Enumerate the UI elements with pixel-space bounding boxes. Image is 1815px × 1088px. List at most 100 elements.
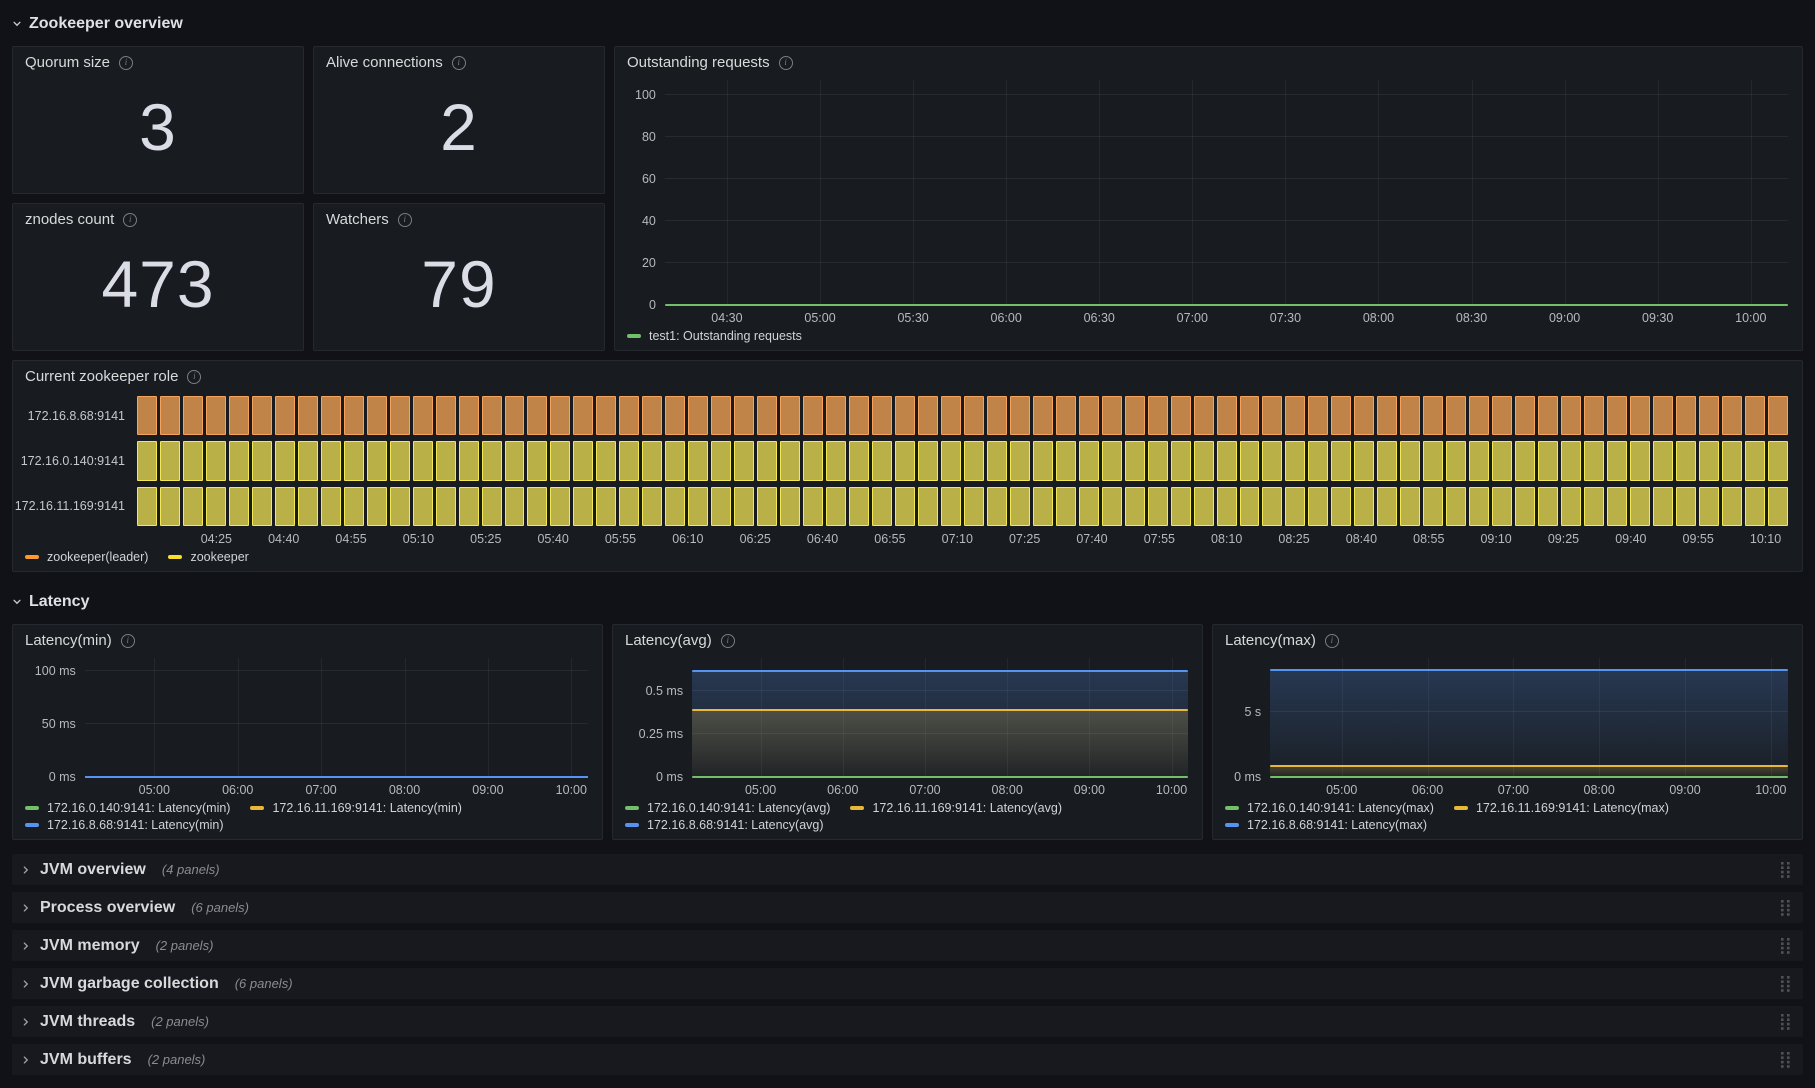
- status-bar: [734, 486, 755, 526]
- x-axis-label: 09:40: [1615, 532, 1647, 546]
- panel-header: Latency(min) i: [13, 625, 602, 652]
- legend-item[interactable]: 172.16.0.140:9141: Latency(avg): [625, 801, 830, 815]
- legend-item[interactable]: 172.16.11.169:9141: Latency(avg): [850, 801, 1062, 815]
- status-bar: [1285, 396, 1306, 436]
- x-axis-label: 06:25: [739, 532, 771, 546]
- panel-title[interactable]: Quorum size: [25, 54, 110, 71]
- panel-title[interactable]: Watchers: [326, 211, 389, 228]
- legend-item[interactable]: zookeeper: [168, 550, 249, 564]
- status-bar: [1607, 441, 1627, 481]
- drag-handle-icon[interactable]: [1777, 935, 1794, 956]
- legend-item[interactable]: 172.16.8.68:9141: Latency(min): [25, 818, 224, 832]
- status-bar: [940, 396, 961, 436]
- info-icon[interactable]: i: [720, 633, 735, 648]
- x-axis-label: 09:30: [1642, 311, 1674, 325]
- status-bar: [803, 441, 824, 481]
- status-bar: [1607, 396, 1627, 436]
- gridline: [820, 80, 822, 305]
- status-bar: [182, 486, 203, 526]
- row-title: Zookeeper overview: [29, 15, 183, 32]
- legend-item[interactable]: 172.16.11.169:9141: Latency(max): [1453, 801, 1669, 815]
- status-bar: [1009, 396, 1030, 436]
- status-bar: [1239, 441, 1260, 481]
- info-icon[interactable]: i: [187, 369, 202, 384]
- drag-handle-icon[interactable]: [1777, 1049, 1794, 1070]
- panel-title[interactable]: Latency(max): [1225, 632, 1316, 649]
- status-bar: [481, 396, 502, 436]
- y-axis: 0 ms 5 s: [1225, 658, 1270, 784]
- y-axis-label: 0 ms: [656, 770, 684, 784]
- row-toggle-jvm-buffers[interactable]: JVM buffers (2 panels): [12, 1044, 1803, 1075]
- status-bar: [1193, 486, 1214, 526]
- x-axis-label: 07:00: [1176, 311, 1208, 325]
- legend-item[interactable]: 172.16.11.169:9141: Latency(min): [250, 801, 462, 815]
- info-icon[interactable]: i: [123, 212, 138, 227]
- status-bar: [1377, 441, 1398, 481]
- status-bar: [1308, 486, 1329, 526]
- legend-line: 172.16.0.140:9141: Latency(min) 172.16.11…: [25, 801, 588, 815]
- x-axis-label: 10:10: [1749, 532, 1782, 546]
- status-bar: [894, 486, 915, 526]
- row-toggle-jvm-overview[interactable]: JVM overview (4 panels): [12, 854, 1803, 885]
- status-bar: [527, 441, 548, 481]
- status-bar: [1101, 486, 1122, 526]
- status-bar: [986, 396, 1007, 436]
- row-panel-count: (4 panels): [161, 862, 220, 877]
- status-bar: [1331, 396, 1352, 436]
- y-axis-label: 100 ms: [34, 663, 76, 678]
- status-bar: [435, 396, 456, 436]
- info-icon[interactable]: i: [120, 633, 135, 648]
- legend-item[interactable]: 172.16.8.68:9141: Latency(avg): [625, 818, 824, 832]
- status-bar: [986, 441, 1007, 481]
- x-axis-label: 08:30: [1455, 311, 1488, 325]
- legend-item[interactable]: 172.16.0.140:9141: Latency(max): [1225, 801, 1434, 815]
- info-icon[interactable]: i: [119, 55, 134, 70]
- panel-title[interactable]: Latency(avg): [625, 632, 712, 649]
- row-toggle-jvm-memory[interactable]: JVM memory (2 panels): [12, 930, 1803, 961]
- drag-handle-icon[interactable]: [1777, 1011, 1794, 1032]
- legend-item[interactable]: 172.16.8.68:9141: Latency(max): [1225, 818, 1427, 832]
- x-axis-label: 09:10: [1480, 532, 1512, 546]
- x-axis-label: 07:40: [1076, 532, 1108, 546]
- series-row-label: 172.16.11.169:9141: [14, 499, 125, 514]
- drag-handle-icon[interactable]: [1777, 859, 1794, 880]
- row-toggle-latency[interactable]: Latency: [12, 588, 1803, 616]
- row-left: JVM buffers (2 panels): [21, 1051, 1777, 1069]
- info-icon[interactable]: i: [397, 212, 412, 227]
- info-icon[interactable]: i: [778, 55, 793, 70]
- drag-handle-icon[interactable]: [1777, 897, 1794, 918]
- status-bar: [1767, 441, 1788, 481]
- status-bar: [1262, 486, 1283, 526]
- legend-item[interactable]: 172.16.0.140:9141: Latency(min): [25, 801, 230, 815]
- status-bar: [917, 396, 938, 436]
- drag-handle-icon[interactable]: [1777, 973, 1794, 994]
- status-bar: [435, 486, 456, 526]
- panel-title[interactable]: znodes count: [25, 211, 114, 228]
- panel-title[interactable]: Alive connections: [326, 54, 443, 71]
- legend: zookeeper(leader) zookeeper: [25, 547, 1788, 564]
- status-bar: [1331, 441, 1352, 481]
- info-icon[interactable]: i: [451, 55, 466, 70]
- status-bar: [274, 441, 295, 481]
- legend-label: zookeeper(leader): [47, 550, 149, 564]
- status-bar: [1239, 396, 1260, 436]
- row-toggle-jvm-garbage-collection[interactable]: JVM garbage collection (6 panels): [12, 968, 1803, 999]
- chevron-right-icon: [21, 1055, 31, 1065]
- legend-label: zookeeper: [190, 550, 249, 564]
- legend-item[interactable]: test1: Outstanding requests: [627, 329, 802, 343]
- legend-item[interactable]: zookeeper(leader): [25, 550, 148, 564]
- gridline: [1471, 80, 1473, 305]
- info-icon[interactable]: i: [1324, 633, 1339, 648]
- panel-title[interactable]: Latency(min): [25, 632, 112, 649]
- legend-label: 172.16.8.68:9141: Latency(max): [1247, 818, 1427, 832]
- row-toggle-zookeeper-overview[interactable]: Zookeeper overview: [12, 10, 1803, 38]
- panel-title[interactable]: Outstanding requests: [627, 54, 770, 71]
- status-bar: [1561, 396, 1582, 436]
- panel-title[interactable]: Current zookeeper role: [25, 368, 178, 385]
- status-bar: [343, 486, 364, 526]
- row-toggle-process-overview[interactable]: Process overview (6 panels): [12, 892, 1803, 923]
- row-toggle-jvm-threads[interactable]: JVM threads (2 panels): [12, 1006, 1803, 1037]
- status-bar: [1721, 486, 1742, 526]
- status-bar: [504, 441, 525, 481]
- status-bar: [1308, 396, 1329, 436]
